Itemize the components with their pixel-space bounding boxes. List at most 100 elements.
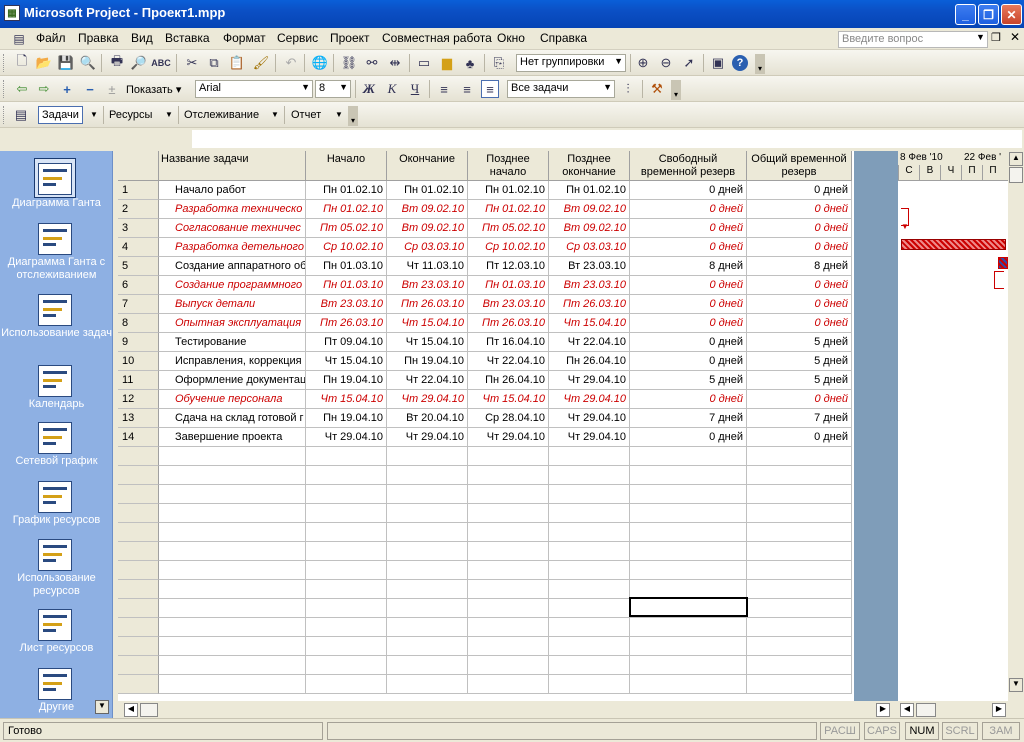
late-finish[interactable]: Вт 09.02.10 [549, 200, 630, 219]
late-finish[interactable]: Чт 29.04.10 [549, 409, 630, 428]
underline-button[interactable]: Ч [406, 80, 424, 98]
start-date[interactable]: Пн 01.03.10 [306, 257, 387, 276]
finish-date[interactable] [387, 637, 468, 656]
row-id[interactable] [118, 447, 159, 466]
toolbar-options-icon[interactable]: ▾ [671, 80, 681, 100]
free-slack[interactable]: 8 дней [630, 257, 747, 276]
late-finish[interactable] [549, 447, 630, 466]
late-start[interactable] [468, 656, 549, 675]
task-notes-icon[interactable]: ▆ [438, 54, 456, 72]
total-slack[interactable] [747, 618, 852, 637]
finish-date[interactable]: Ср 03.03.10 [387, 238, 468, 257]
row-id[interactable]: 13 [118, 409, 159, 428]
finish-date[interactable] [387, 618, 468, 637]
view-gantt-chart[interactable]: Диаграмма Ганта [0, 197, 113, 210]
cut-icon[interactable]: ✂ [183, 54, 201, 72]
row-id[interactable] [118, 580, 159, 599]
view-calendar[interactable]: Календарь [0, 398, 113, 411]
report-dropdown-icon[interactable]: ▼ [335, 110, 343, 119]
split-bar[interactable] [854, 151, 898, 701]
format-painter-icon[interactable]: 🖌 [252, 54, 270, 72]
late-start[interactable]: Пн 01.02.10 [468, 200, 549, 219]
row-id[interactable]: 12 [118, 390, 159, 409]
copy-wizard-icon[interactable]: ▣ [709, 54, 727, 72]
table-row[interactable]: 8 Опытная эксплуатация Пт 26.03.10 Чт 15.04… [118, 314, 854, 333]
late-finish[interactable]: Вт 23.03.10 [549, 276, 630, 295]
gantt-vertical-scrollbar[interactable]: ▲ ▼ [1008, 151, 1024, 701]
unlink-tasks-icon[interactable]: ⚯ [363, 54, 381, 72]
finish-date[interactable]: Вт 09.02.10 [387, 200, 468, 219]
header-total-slack[interactable]: Общий временной резерв [747, 151, 852, 181]
task-name[interactable] [159, 656, 306, 675]
free-slack[interactable]: 0 дней [630, 295, 747, 314]
view-network-diagram[interactable]: Сетевой график [0, 455, 113, 468]
finish-date[interactable]: Чт 15.04.10 [387, 333, 468, 352]
total-slack[interactable] [747, 580, 852, 599]
resource-usage-icon[interactable] [38, 539, 72, 571]
total-slack[interactable] [747, 447, 852, 466]
show-subtasks-icon[interactable]: + [58, 80, 76, 98]
gantt-horizontal-scrollbar[interactable]: ◀ ▶ [898, 701, 1024, 718]
task-info-icon[interactable]: ▭ [415, 54, 433, 72]
task-name[interactable]: Исправления, коррекция [159, 352, 306, 371]
finish-date[interactable] [387, 485, 468, 504]
late-finish[interactable] [549, 656, 630, 675]
start-date[interactable] [306, 599, 387, 618]
finish-date[interactable]: Вт 23.03.10 [387, 276, 468, 295]
late-start[interactable] [468, 618, 549, 637]
bold-button[interactable]: Ж [360, 80, 378, 98]
task-name[interactable] [159, 580, 306, 599]
undo-icon[interactable]: ↶ [282, 54, 300, 72]
paste-icon[interactable]: 📋 [228, 54, 246, 72]
start-date[interactable]: Чт 29.04.10 [306, 428, 387, 447]
total-slack[interactable]: 5 дней [747, 371, 852, 390]
header-finish[interactable]: Окончание [387, 151, 468, 181]
task-name[interactable]: Опытная эксплуатация [159, 314, 306, 333]
tasks-dropdown-icon[interactable]: ▼ [90, 110, 98, 119]
finish-date[interactable]: Пн 19.04.10 [387, 352, 468, 371]
free-slack[interactable]: 0 дней [630, 314, 747, 333]
save-icon[interactable]: 💾 [57, 54, 75, 72]
free-slack[interactable] [630, 447, 747, 466]
total-slack[interactable]: 8 дней [747, 257, 852, 276]
row-id[interactable]: 11 [118, 371, 159, 390]
free-slack[interactable] [630, 542, 747, 561]
row-id[interactable] [118, 466, 159, 485]
late-start[interactable]: Вт 23.03.10 [468, 295, 549, 314]
task-name[interactable]: Согласование техничес [159, 219, 306, 238]
tracking-gantt-icon[interactable] [38, 223, 72, 255]
restore-doc-icon[interactable]: ❐ [991, 31, 1001, 44]
late-finish[interactable]: Чт 29.04.10 [549, 371, 630, 390]
late-start[interactable]: Пн 26.04.10 [468, 371, 549, 390]
free-slack[interactable]: 0 дней [630, 390, 747, 409]
link-tasks-icon[interactable]: ⛓ [340, 54, 358, 72]
project-icon[interactable]: ▦ [4, 5, 20, 21]
header-task-name[interactable]: Название задачи [159, 151, 306, 181]
finish-date[interactable] [387, 523, 468, 542]
total-slack[interactable] [747, 466, 852, 485]
start-date[interactable] [306, 637, 387, 656]
late-finish[interactable]: Чт 29.04.10 [549, 390, 630, 409]
start-date[interactable] [306, 618, 387, 637]
gantt-wizard-icon[interactable]: ⚒ [648, 80, 666, 98]
free-slack[interactable]: 0 дней [630, 333, 747, 352]
late-start[interactable]: Чт 22.04.10 [468, 352, 549, 371]
start-date[interactable]: Чт 15.04.10 [306, 390, 387, 409]
task-name[interactable] [159, 447, 306, 466]
row-id[interactable]: 2 [118, 200, 159, 219]
row-id[interactable] [118, 561, 159, 580]
start-date[interactable]: Пн 01.02.10 [306, 181, 387, 200]
total-slack[interactable] [747, 637, 852, 656]
print-icon[interactable]: 🖶 [108, 53, 126, 72]
menu-format[interactable]: Формат [223, 31, 266, 45]
minimize-button[interactable]: _ [955, 4, 976, 25]
table-row[interactable] [118, 656, 854, 675]
late-start[interactable] [468, 466, 549, 485]
scroll-up-icon[interactable]: ▲ [1009, 152, 1023, 166]
view-resource-sheet[interactable]: Лист ресурсов [0, 642, 113, 655]
late-start[interactable] [468, 561, 549, 580]
font-dropdown[interactable]: Arial ▼ [195, 80, 313, 98]
total-slack[interactable] [747, 504, 852, 523]
free-slack[interactable] [630, 637, 747, 656]
row-id[interactable] [118, 599, 159, 618]
